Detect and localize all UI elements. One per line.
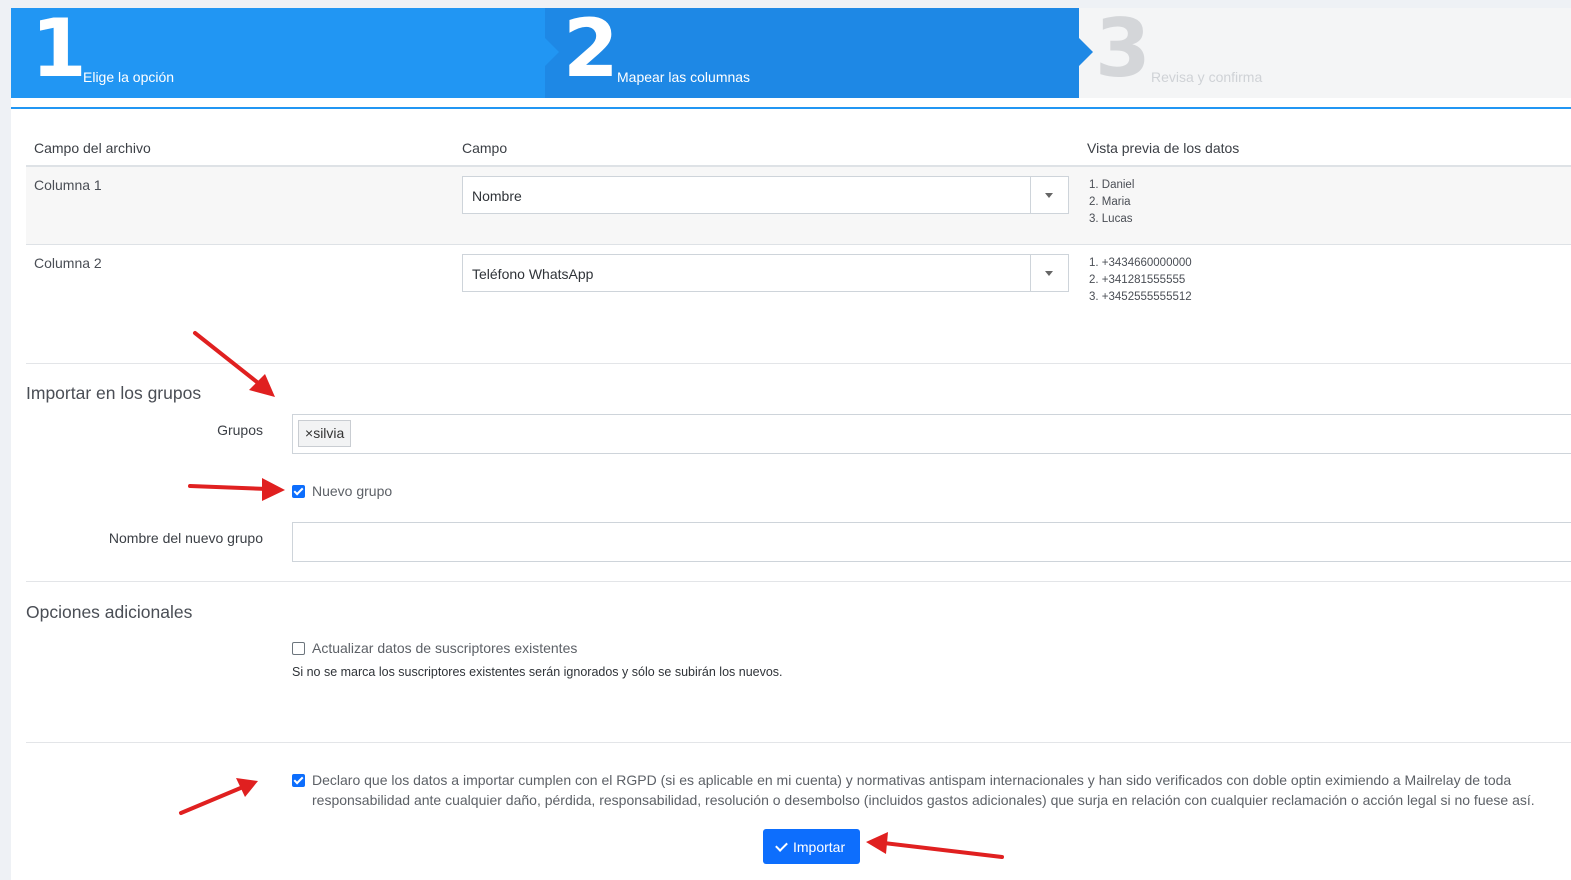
annotation-arrow [179,785,245,815]
annotation-arrowhead [866,832,888,854]
annotation-arrowhead [262,478,285,501]
annotation-arrow [193,331,264,388]
annotation-arrow [882,841,1004,859]
annotation-arrow [188,484,270,491]
annotation-arrows [179,331,1004,859]
